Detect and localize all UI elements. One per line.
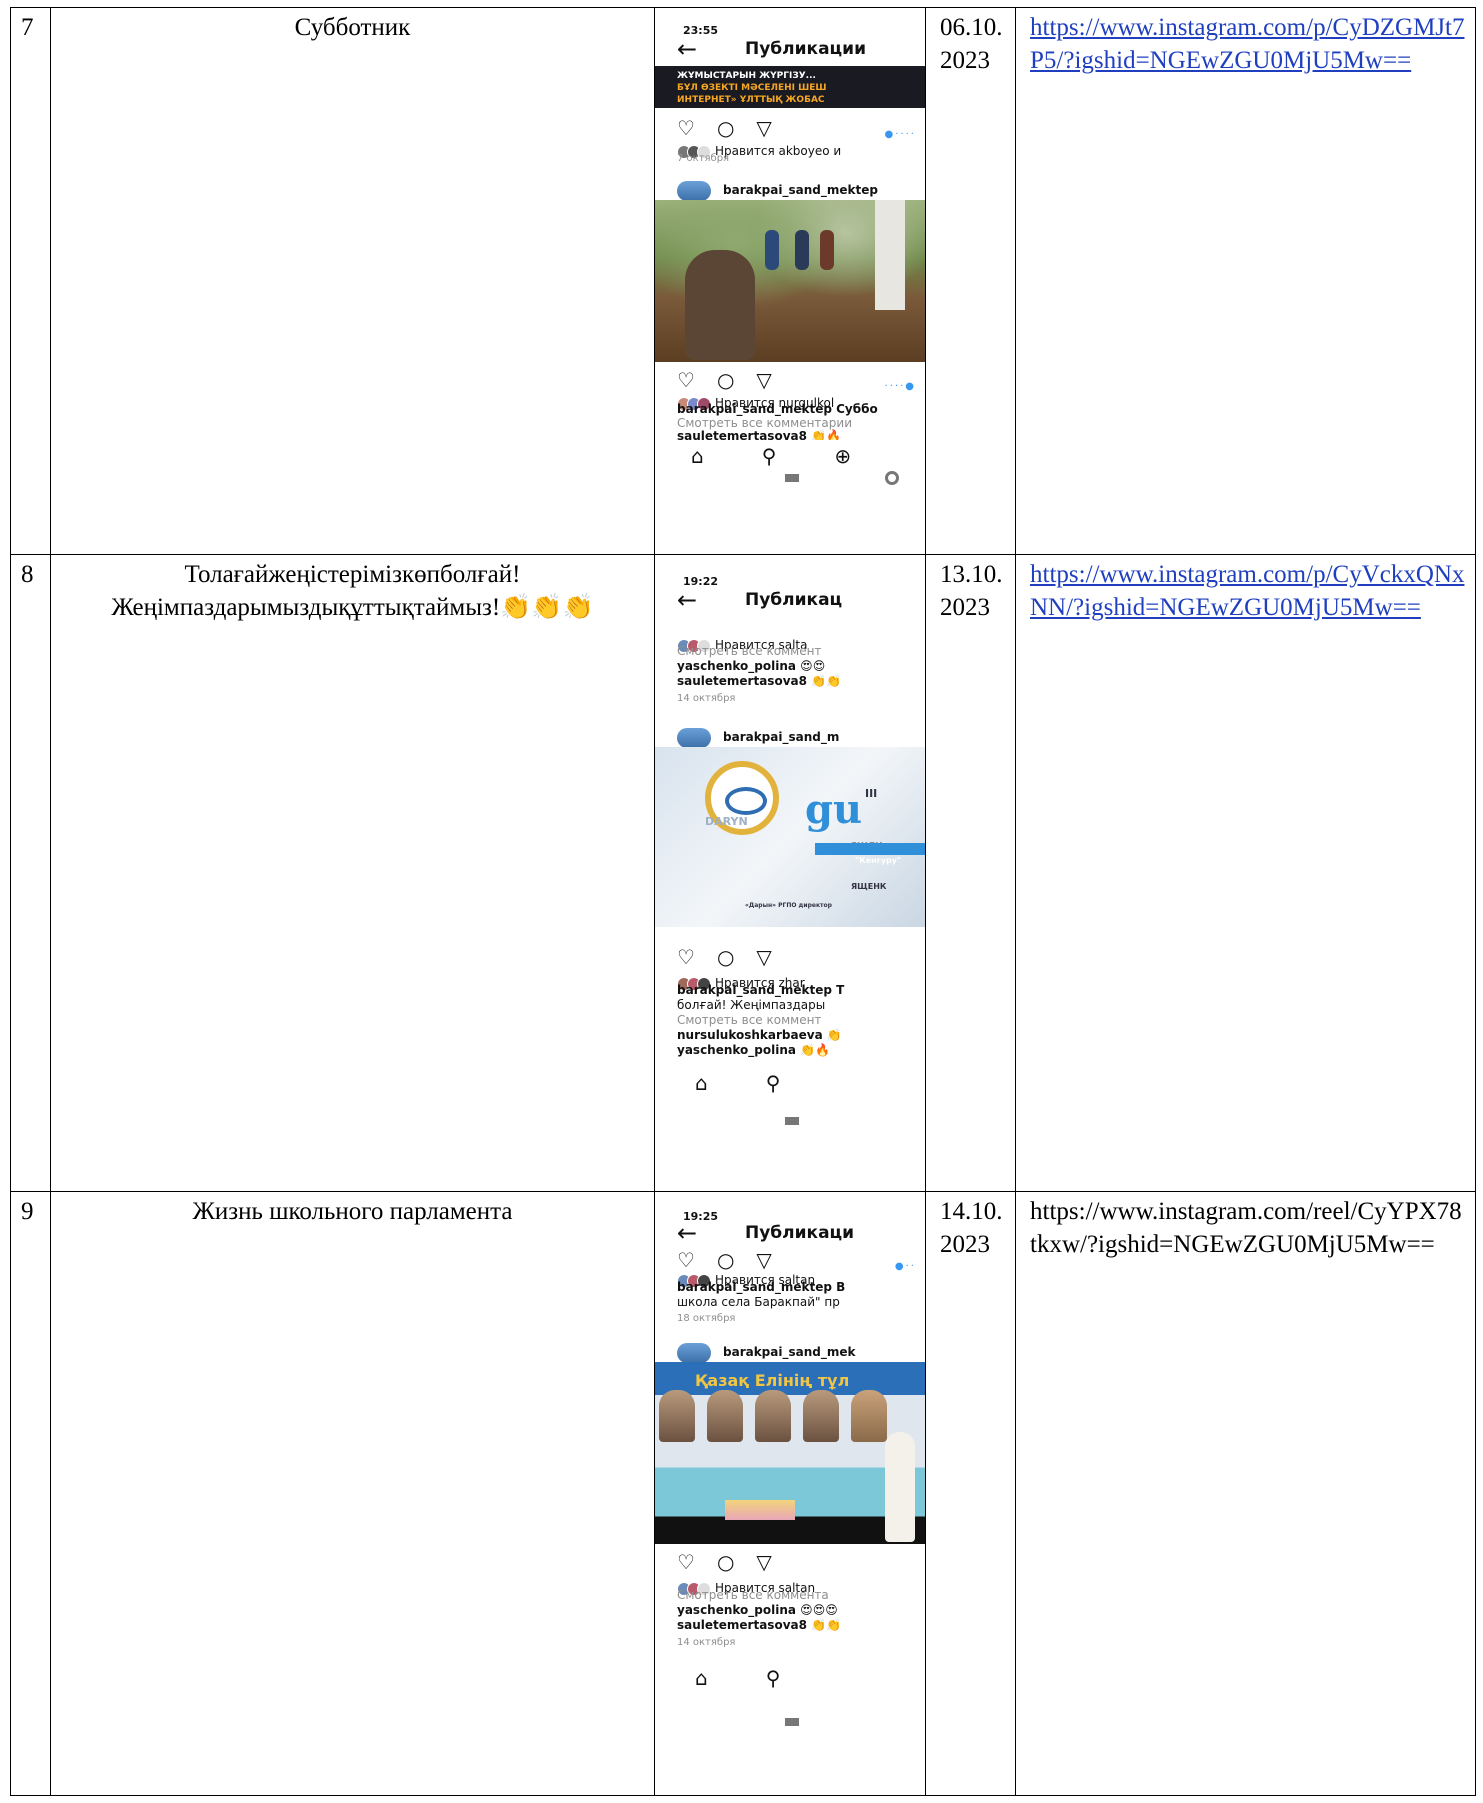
row-number: 9 <box>10 1191 51 1796</box>
row-title: Субботник <box>50 7 655 555</box>
bottom-nav: ⌂ ⚲ ⊕ <box>677 440 897 473</box>
view-comments: Смотреть все коммент <box>677 644 822 658</box>
table-row: 7 Субботник 23:55 ← Публикации ЖҰМЫСТАРЫ… <box>10 7 1476 555</box>
row-date: 14.10.2023 <box>925 1191 1016 1796</box>
row-title: Жизнь школьного парламента <box>50 1191 655 1796</box>
report-table: 7 Субботник 23:55 ← Публикации ЖҰМЫСТАРЫ… <box>10 7 1476 1796</box>
comment-line: yaschenko_polina 😍😍 <box>677 659 826 673</box>
banner-line: ЖҰМЫСТАРЫН ЖҮРГІЗУ... <box>677 71 816 81</box>
bottom-nav: ⌂ ⚲ <box>695 1662 780 1695</box>
screenshot-cell: 19:25 ← Публикаци ♡ ○ ▽ ●·· Нравится sal… <box>654 1191 926 1796</box>
phone-screenshot: 23:55 ← Публикации ЖҰМЫСТАРЫН ЖҮРГІЗУ...… <box>655 9 925 554</box>
post-photo: DARYN III gu ЯЩЕН "Кенгуру" ЯЩЕНК «Дарын… <box>655 747 925 927</box>
view-comments: Смотреть все коммента <box>677 1588 829 1602</box>
post-date: 7 октября <box>677 153 730 164</box>
comment-line: sauletemertasova8 👏👏 <box>677 1618 842 1632</box>
back-arrow-icon: ← <box>677 585 698 614</box>
back-arrow-icon: ← <box>677 34 698 63</box>
row-number: 7 <box>10 7 51 555</box>
cert-big-text: gu <box>805 786 863 833</box>
bottom-nav: ⌂ ⚲ <box>695 1067 780 1100</box>
row-link-cell: https://www.instagram.com/p/CyDZGMJt7P5/… <box>1015 7 1476 555</box>
comment-line: yaschenko_polina 😍😍😍 <box>677 1603 838 1617</box>
daryn-text: DARYN <box>705 815 748 828</box>
post-photo <box>655 200 925 362</box>
header-title: Публикац <box>745 589 843 610</box>
carousel-dots: ●···· <box>884 129 916 140</box>
home-icon: ⌂ <box>691 444 704 468</box>
cert-footer: «Дарын» РГПО директор <box>745 902 832 909</box>
post-banner: ЖҰМЫСТАРЫН ЖҮРГІЗУ... БҰЛ ӨЗЕКТІ МӘСЕЛЕН… <box>655 66 925 108</box>
post-link-text: https://www.instagram.com/reel/CyYPX78tk… <box>1030 1198 1462 1258</box>
post-caption: болғай! Жеңімпаздары <box>677 998 826 1012</box>
nav-bar-square <box>785 1718 799 1726</box>
comment-line: sauletemertasova8 👏👏 <box>677 674 842 688</box>
post-link[interactable]: https://www.instagram.com/p/CyDZGMJt7P5/… <box>1030 14 1464 74</box>
post-caption: barakpai_sand_mektep Суббо <box>677 402 878 416</box>
post-date: 14 октября <box>677 1637 736 1648</box>
view-comments: Смотреть все коммент <box>677 1013 822 1027</box>
post-caption: школа села Баракпай" пр <box>677 1295 840 1309</box>
search-icon: ⚲ <box>765 1666 781 1690</box>
row-link-cell: https://www.instagram.com/p/CyVckxQNxNN/… <box>1015 554 1476 1192</box>
screenshot-cell: 23:55 ← Публикации ЖҰМЫСТАРЫН ЖҮРГІЗУ...… <box>654 7 926 555</box>
nav-bar-square <box>785 1117 799 1125</box>
cert-text: ЯЩЕНК <box>851 882 887 891</box>
likes-text: Нравится akboyeo и <box>715 144 842 158</box>
post-caption: barakpai_sand_mektep Т <box>677 983 845 997</box>
comment-line: nursulukoshkarbaeva 👏 <box>677 1028 842 1042</box>
post-date: 18 октября <box>677 1313 736 1324</box>
search-icon: ⚲ <box>761 444 777 468</box>
avatar <box>677 1342 711 1363</box>
search-icon: ⚲ <box>765 1071 781 1095</box>
banner-line: БҰЛ ӨЗЕКТІ МӘСЕЛЕНІ ШЕШ <box>677 83 827 93</box>
phone-screenshot: 19:25 ← Публикаци ♡ ○ ▽ ●·· Нравится sal… <box>655 1193 925 1795</box>
cert-text: III <box>865 787 878 800</box>
table-row: 9 Жизнь школьного парламента 19:25 ← Пуб… <box>10 1191 1476 1796</box>
table-row: 8 Толағайжеңістерімізкөпболғай! Жеңімпаз… <box>10 554 1476 1192</box>
post-date: 14 октября <box>677 693 736 704</box>
home-icon: ⌂ <box>695 1071 708 1095</box>
avatar <box>677 180 711 201</box>
home-icon: ⌂ <box>695 1666 708 1690</box>
phone-screenshot: 19:22 ← Публикац Нравится salta Смотреть… <box>655 556 925 1191</box>
app-header: ← Публикации <box>677 34 925 64</box>
add-icon: ⊕ <box>834 444 852 468</box>
post-photo: Қазақ Елінің тұл <box>655 1362 925 1544</box>
app-header: ← Публикац <box>677 585 925 615</box>
nav-bar-circle <box>885 471 899 485</box>
row-title: Толағайжеңістерімізкөпболғай! Жеңімпазда… <box>50 554 655 1192</box>
banner-line: ИНТЕРНЕТ» ҰЛТТЫҚ ЖОБАС <box>677 95 825 105</box>
screenshot-cell: 19:22 ← Публикац Нравится salta Смотреть… <box>654 554 926 1192</box>
post-caption: barakpai_sand_mektep В <box>677 1280 846 1294</box>
row-date: 06.10.2023 <box>925 7 1016 555</box>
row-link-cell: https://www.instagram.com/reel/CyYPX78tk… <box>1015 1191 1476 1796</box>
avatar <box>677 727 711 748</box>
nav-bar-square <box>785 474 799 482</box>
carousel-dots: ····● <box>884 381 916 392</box>
header-title: Публикации <box>745 38 866 59</box>
row-number: 8 <box>10 554 51 1192</box>
post-link[interactable]: https://www.instagram.com/p/CyVckxQNxNN/… <box>1030 561 1464 621</box>
carousel-dots: ●·· <box>894 1261 916 1272</box>
comment-line: yaschenko_polina 👏🔥 <box>677 1043 831 1057</box>
row-date: 13.10.2023 <box>925 554 1016 1192</box>
